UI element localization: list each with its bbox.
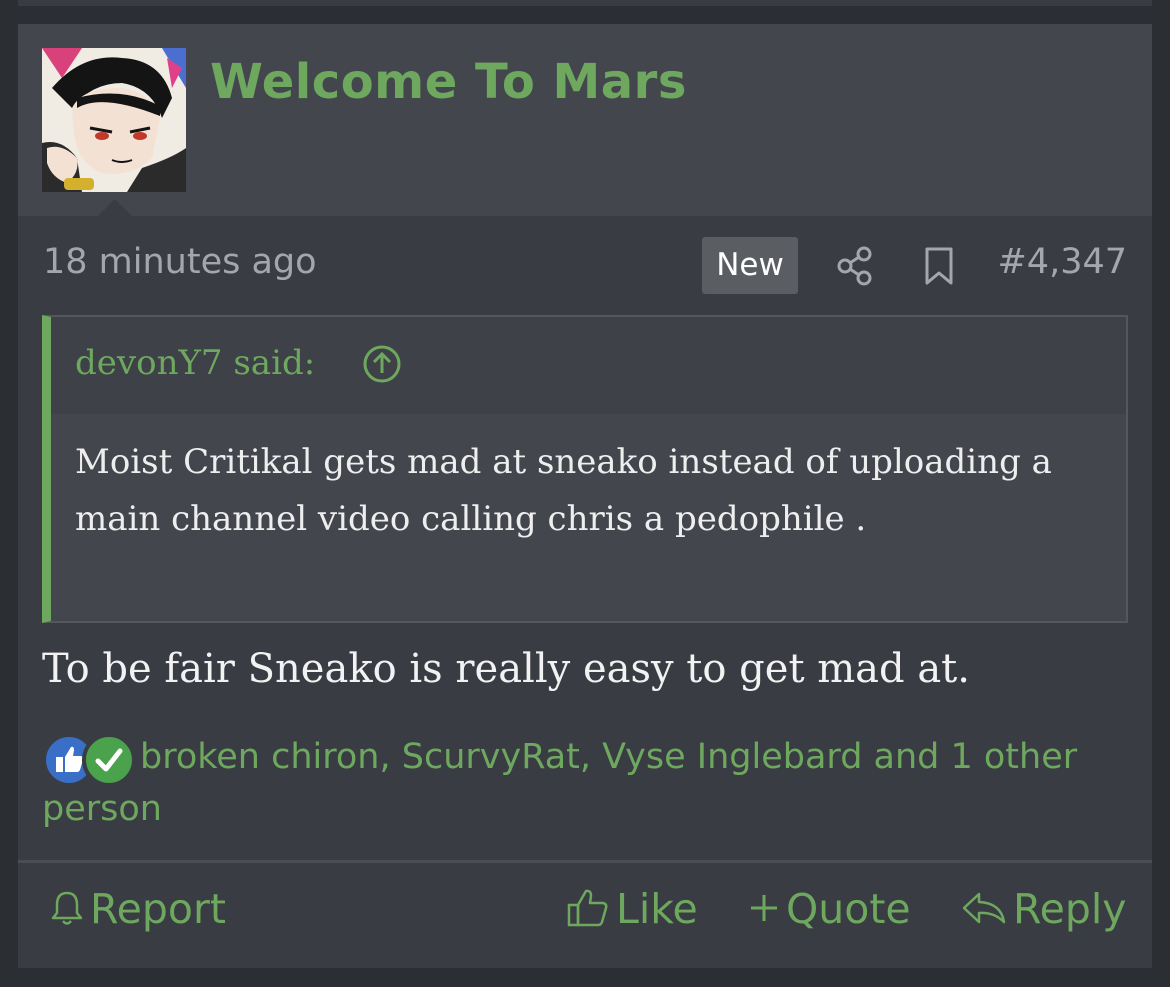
quote-text: Moist Critikal gets mad at sneako instea…	[75, 442, 1052, 539]
quote-label: Quote	[786, 885, 911, 933]
plus-icon	[751, 895, 777, 921]
previous-post-edge	[18, 0, 1152, 6]
post-header: Welcome To Mars	[18, 24, 1152, 216]
avatar[interactable]	[42, 48, 186, 192]
report-label: Report	[90, 885, 226, 933]
thumbs-up-icon	[567, 889, 608, 927]
reactions-bar[interactable]: broken chiron, ScurvyRat, Vyse Inglebard…	[42, 731, 1132, 835]
check-reaction-icon	[82, 733, 136, 787]
new-badge: New	[702, 237, 798, 294]
reply-button[interactable]: Reply	[961, 883, 1127, 935]
reaction-users[interactable]: broken chiron, ScurvyRat, Vyse Inglebard…	[42, 737, 1077, 829]
like-button[interactable]: Like	[566, 883, 698, 935]
like-label: Like	[616, 885, 698, 933]
reply-arrow-icon	[962, 892, 1006, 924]
share-icon[interactable]	[836, 246, 874, 290]
arrow-up-circle-icon[interactable]	[362, 344, 402, 388]
reaction-icons[interactable]	[42, 731, 140, 787]
post-timestamp[interactable]: 18 minutes ago	[43, 242, 317, 282]
quote-header: devonY7 said:	[51, 317, 1126, 414]
username[interactable]: Welcome To Mars	[210, 54, 687, 110]
quote-block: devonY7 said: Moist Critikal gets mad at…	[42, 315, 1128, 623]
post-message: To be fair Sneako is really easy to get …	[42, 646, 970, 692]
quote-button[interactable]: Quote	[748, 883, 911, 935]
forum-post: Welcome To Mars 18 minutes ago New #4,34…	[18, 24, 1152, 968]
post-number[interactable]: #4,347	[997, 242, 1127, 282]
header-pointer	[98, 199, 132, 216]
reply-label: Reply	[1013, 885, 1127, 933]
post-actions: Report Like Quote Reply	[18, 863, 1152, 968]
quote-author[interactable]: devonY7 said:	[75, 343, 315, 383]
bell-icon	[51, 891, 83, 925]
bookmark-icon[interactable]	[923, 246, 955, 290]
report-button[interactable]: Report	[50, 883, 226, 935]
